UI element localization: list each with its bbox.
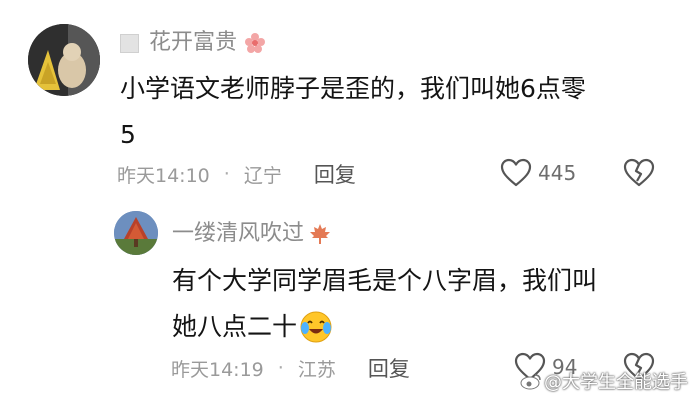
crying-laughing-emoji-icon (299, 310, 333, 344)
maple-leaf-icon (308, 222, 332, 246)
commenter-header: 花开富贵 (120, 30, 267, 56)
replier-header: 一缕清风吹过 (172, 221, 332, 247)
level-badge-icon (120, 33, 139, 53)
reply-location: 江苏 (297, 358, 336, 381)
avatar-image (28, 24, 100, 96)
comment-like-button[interactable]: 445 (500, 158, 576, 188)
comment-text: 小学语文老师脖子是歪的，我们叫她6点零 5 (120, 66, 680, 158)
heart-icon (500, 158, 532, 187)
avatar-image (114, 211, 158, 255)
broken-heart-icon (623, 158, 655, 187)
comment-like-count: 445 (538, 161, 577, 185)
reply-text-line: 她八点二十 (172, 304, 672, 350)
weibo-logo-icon (520, 372, 542, 390)
meta-separator: · (223, 163, 230, 185)
comment-text-line: 小学语文老师脖子是歪的，我们叫她6点零 (120, 74, 586, 103)
replier-avatar[interactable] (114, 211, 158, 255)
watermark-text: @大学生全能选手 (544, 372, 688, 393)
comment-dislike-button[interactable] (623, 158, 655, 192)
comment-reply-button[interactable]: 回复 (314, 159, 356, 189)
comment-meta: 昨天14:10 · 辽宁 回复 (117, 160, 356, 188)
watermark: @大学生全能选手 (520, 368, 688, 394)
reply-meta: 昨天14:19 · 江苏 回复 (171, 354, 410, 382)
reply-reply-button[interactable]: 回复 (368, 353, 410, 383)
commenter-avatar[interactable] (28, 24, 100, 96)
reply-text-line: 有个大学同学眉毛是个八字眉，我们叫 (172, 266, 598, 295)
reply-text: 有个大学同学眉毛是个八字眉，我们叫 她八点二十 (172, 258, 672, 350)
comment-time: 昨天14:10 (117, 164, 210, 187)
reply-text-line-content: 她八点二十 (172, 312, 298, 341)
comment-text-line: 5 (120, 120, 136, 149)
reply-time: 昨天14:19 (171, 358, 264, 381)
flower-badge-icon (243, 31, 267, 55)
replier-username[interactable]: 一缕清风吹过 (172, 221, 304, 247)
meta-separator: · (277, 357, 284, 379)
comment-location: 辽宁 (243, 164, 282, 187)
commenter-username[interactable]: 花开富贵 (149, 30, 237, 56)
